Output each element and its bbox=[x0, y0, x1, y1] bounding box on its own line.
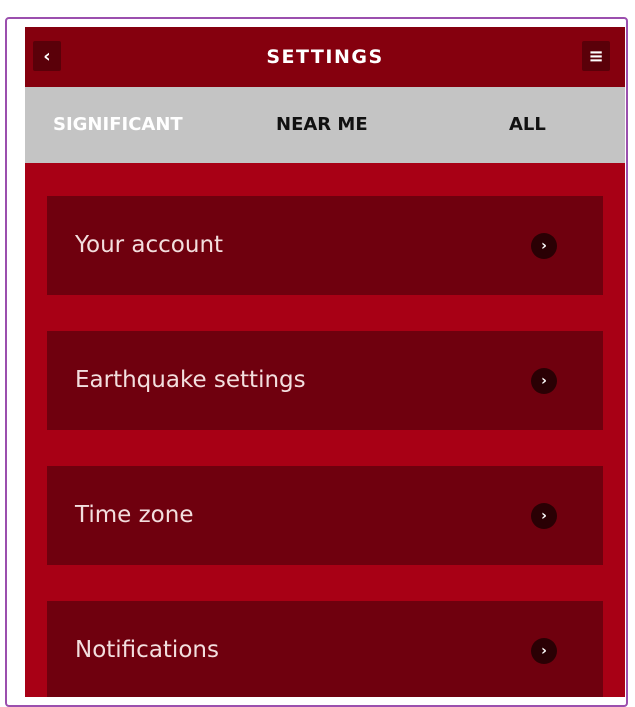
hamburger-menu-icon: ≡ bbox=[588, 45, 604, 67]
tab-near-me[interactable]: NEAR ME bbox=[276, 87, 368, 163]
menu-item-time-zone[interactable]: Time zone › bbox=[47, 466, 603, 565]
menu-button[interactable]: ≡ bbox=[582, 41, 610, 71]
app-header: ‹ SETTINGS ≡ bbox=[25, 27, 625, 87]
chevron-right-icon: › bbox=[531, 368, 557, 394]
menu-item-notifications[interactable]: Notifications › bbox=[47, 601, 603, 697]
menu-item-earthquake-settings[interactable]: Earthquake settings › bbox=[47, 331, 603, 430]
settings-screen: ‹ SETTINGS ≡ SIGNIFICANT NEAR ME ALL You… bbox=[25, 27, 625, 697]
tab-significant[interactable]: SIGNIFICANT bbox=[53, 87, 183, 163]
chevron-right-icon: › bbox=[531, 233, 557, 259]
tab-all[interactable]: ALL bbox=[509, 87, 546, 163]
chevron-right-icon: › bbox=[531, 638, 557, 664]
menu-item-label: Notifications bbox=[75, 637, 219, 663]
menu-item-label: Time zone bbox=[75, 502, 194, 528]
chevron-right-icon: › bbox=[531, 503, 557, 529]
menu-item-label: Earthquake settings bbox=[75, 367, 306, 393]
menu-item-label: Your account bbox=[75, 232, 224, 258]
tab-bar: SIGNIFICANT NEAR ME ALL bbox=[25, 87, 625, 163]
menu-item-your-account[interactable]: Your account › bbox=[47, 196, 603, 295]
page-title: SETTINGS bbox=[266, 46, 384, 68]
